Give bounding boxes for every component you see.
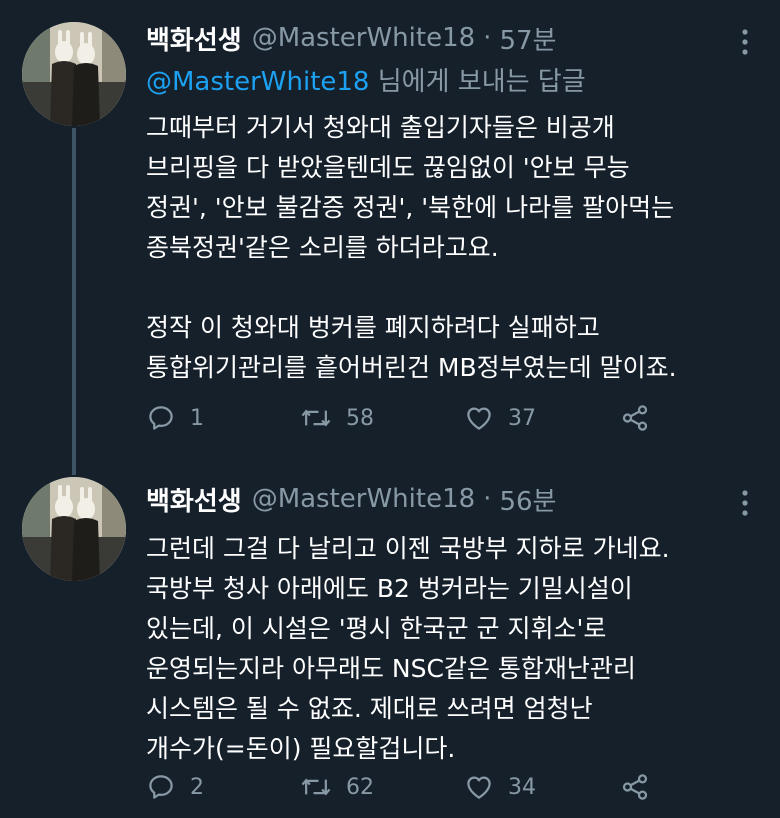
like-count: 37 — [508, 405, 536, 431]
heart-icon — [467, 776, 491, 799]
user-handle[interactable]: @MasterWhite18 — [252, 23, 475, 53]
text-line: 개수가(=돈이) 필요할겁니다. — [146, 734, 456, 763]
like-count: 34 — [508, 774, 536, 800]
reply-mention-link[interactable]: @MasterWhite18 — [146, 67, 369, 97]
text-line: 브리핑을 다 받았을텐데도 끊임없이 '안보 무능 — [146, 153, 630, 182]
reply-icon — [149, 406, 173, 430]
reply-count: 2 — [190, 774, 204, 800]
retweet-icon — [301, 409, 331, 427]
more-options-icon[interactable] — [730, 483, 760, 523]
share-icon — [622, 774, 648, 800]
tweet-actions: 2 62 34 — [146, 767, 666, 807]
thread-line — [72, 465, 76, 475]
tweet-text: 그런데 그걸 다 날리고 이젠 국방부 지하로 가네요. 국방부 청사 아래에도… — [146, 529, 760, 769]
paragraph-break — [146, 268, 760, 308]
like-button[interactable]: 37 — [464, 398, 536, 438]
retweet-button[interactable]: 58 — [300, 398, 374, 438]
text-line: 정작 이 청와대 벙커를 폐지하려다 실패하고 — [146, 313, 600, 342]
tweet-content: 백화선생 @MasterWhite18 · 57분 @MasterWhite18… — [146, 14, 760, 388]
reply-icon — [149, 775, 173, 799]
reply-button[interactable]: 2 — [146, 767, 204, 807]
display-name[interactable]: 백화선생 — [146, 481, 242, 518]
avatar-image — [22, 477, 126, 581]
share-button[interactable] — [620, 767, 650, 807]
share-button[interactable] — [620, 398, 650, 438]
reply-context-text: 님에게 보내는 답글 — [369, 67, 586, 97]
thread-line — [72, 128, 76, 465]
retweet-icon — [301, 778, 331, 796]
user-handle[interactable]: @MasterWhite18 — [252, 484, 475, 514]
avatar[interactable] — [22, 22, 126, 126]
text-line: 종북정권'같은 소리를 하더라고요. — [146, 233, 499, 262]
text-line: 운영되는지라 아무래도 NSC같은 통합재난관리 — [146, 654, 636, 683]
text-line: 그때부터 거기서 청와대 출입기자들은 비공개 — [146, 113, 615, 142]
retweet-button[interactable]: 62 — [300, 767, 374, 807]
avatar[interactable] — [22, 477, 126, 581]
separator-dot: · — [483, 23, 492, 53]
tweet[interactable]: 백화선생 @MasterWhite18 · 56분 그런데 그걸 다 날리고 이… — [0, 465, 780, 818]
avatar-image — [22, 22, 126, 126]
share-icon — [622, 405, 648, 431]
text-line: 시스템은 될 수 없죠. 제대로 쓰려면 엄청난 — [146, 694, 593, 723]
reply-context: @MasterWhite18 님에게 보내는 답글 — [146, 62, 760, 102]
timestamp[interactable]: 56분 — [499, 481, 556, 518]
tweet-header: 백화선생 @MasterWhite18 · 56분 — [146, 475, 760, 523]
reply-count: 1 — [190, 405, 204, 431]
reply-button[interactable]: 1 — [146, 398, 204, 438]
tweet-content: 백화선생 @MasterWhite18 · 56분 그런데 그걸 다 날리고 이… — [146, 475, 760, 769]
text-line: 정권', '안보 불감증 정권', '북한에 나라를 팔아먹는 — [146, 193, 675, 222]
tweet[interactable]: 백화선생 @MasterWhite18 · 57분 @MasterWhite18… — [0, 0, 780, 465]
display-name[interactable]: 백화선생 — [146, 20, 242, 57]
tweet-header: 백화선생 @MasterWhite18 · 57분 — [146, 14, 760, 62]
more-options-icon[interactable] — [730, 22, 760, 62]
retweet-count: 58 — [346, 405, 374, 431]
text-line: 있는데, 이 시설은 '평시 한국군 군 지휘소'로 — [146, 614, 607, 643]
heart-icon — [467, 407, 491, 430]
text-line: 그런데 그걸 다 날리고 이젠 국방부 지하로 가네요. — [146, 534, 670, 563]
retweet-count: 62 — [346, 774, 374, 800]
tweet-actions: 1 58 37 — [146, 398, 666, 438]
tweet-text: 그때부터 거기서 청와대 출입기자들은 비공개 브리핑을 다 받았을텐데도 끊임… — [146, 108, 760, 388]
like-button[interactable]: 34 — [464, 767, 536, 807]
timestamp[interactable]: 57분 — [499, 20, 556, 57]
separator-dot: · — [483, 484, 492, 514]
text-line: 통합위기관리를 흩어버린건 MB정부였는데 말이죠. — [146, 353, 677, 382]
text-line: 국방부 청사 아래에도 B2 벙커라는 기밀시설이 — [146, 574, 633, 603]
